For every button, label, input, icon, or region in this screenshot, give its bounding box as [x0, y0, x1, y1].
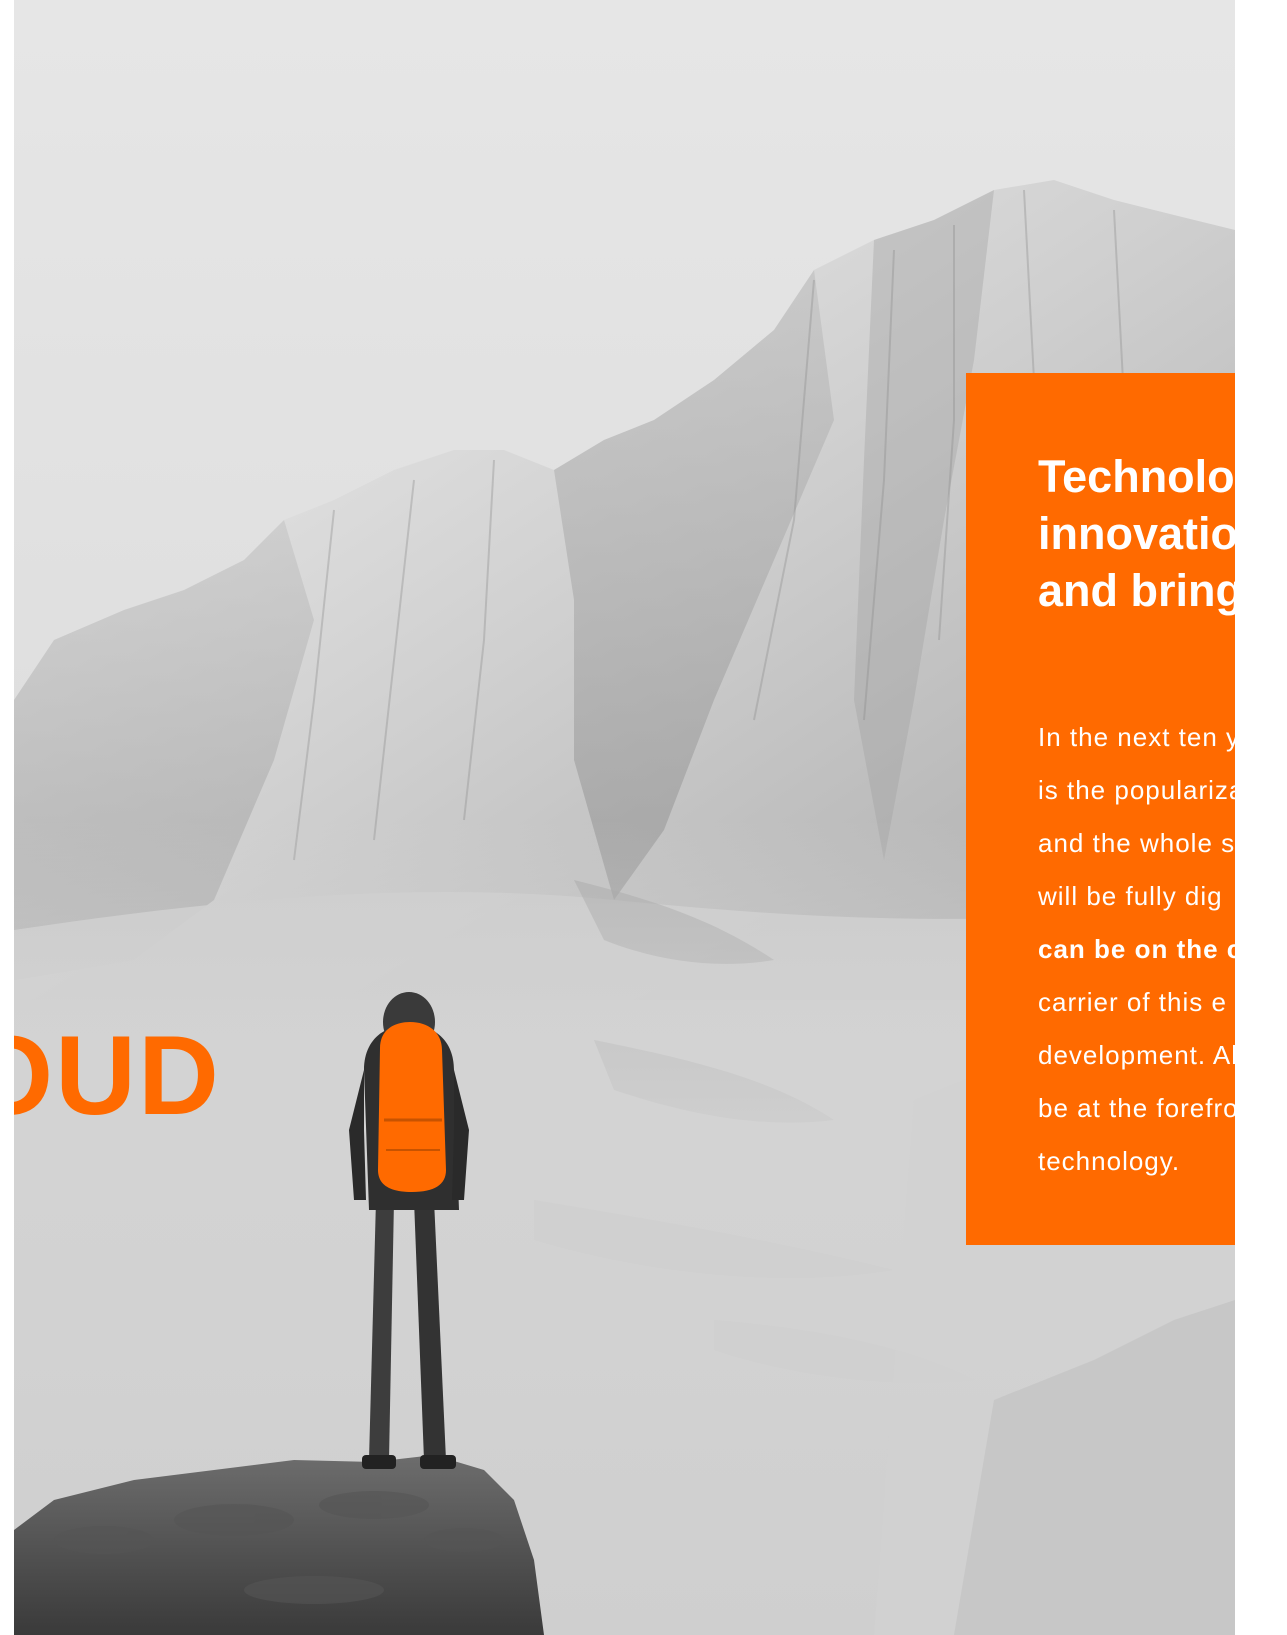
- panel-body-line: In the next ten y: [1038, 722, 1235, 752]
- panel-title: Technolog innovation and brings: [1038, 448, 1235, 619]
- panel-title-line: and brings: [1038, 565, 1235, 616]
- panel-body-line-bold: can be on the c: [1038, 934, 1235, 964]
- panel-body: In the next ten y is the populariza and …: [1038, 711, 1235, 1188]
- panel-body-line: technology.: [1038, 1146, 1181, 1176]
- page-margin-right: [1235, 0, 1287, 1635]
- panel-body-line: and the whole so: [1038, 828, 1235, 858]
- panel-body-line: will be fully dig: [1038, 881, 1223, 911]
- panel-body-line: is the populariza: [1038, 775, 1235, 805]
- text-panel: Technolog innovation and brings In the n…: [966, 373, 1235, 1245]
- backpack: [378, 1022, 446, 1192]
- panel-body-line: be at the forefron: [1038, 1093, 1235, 1123]
- brochure-page: OUD Technolog innovation and brings In t…: [0, 0, 1287, 1635]
- panel-title-line: innovation: [1038, 508, 1235, 559]
- hero-headline-word: OUD: [14, 1013, 221, 1138]
- panel-body-line: carrier of this e: [1038, 987, 1227, 1017]
- page-margin-left: [0, 0, 14, 1635]
- panel-body-line: development. Al: [1038, 1040, 1235, 1070]
- panel-title-line: Technolog: [1038, 451, 1235, 502]
